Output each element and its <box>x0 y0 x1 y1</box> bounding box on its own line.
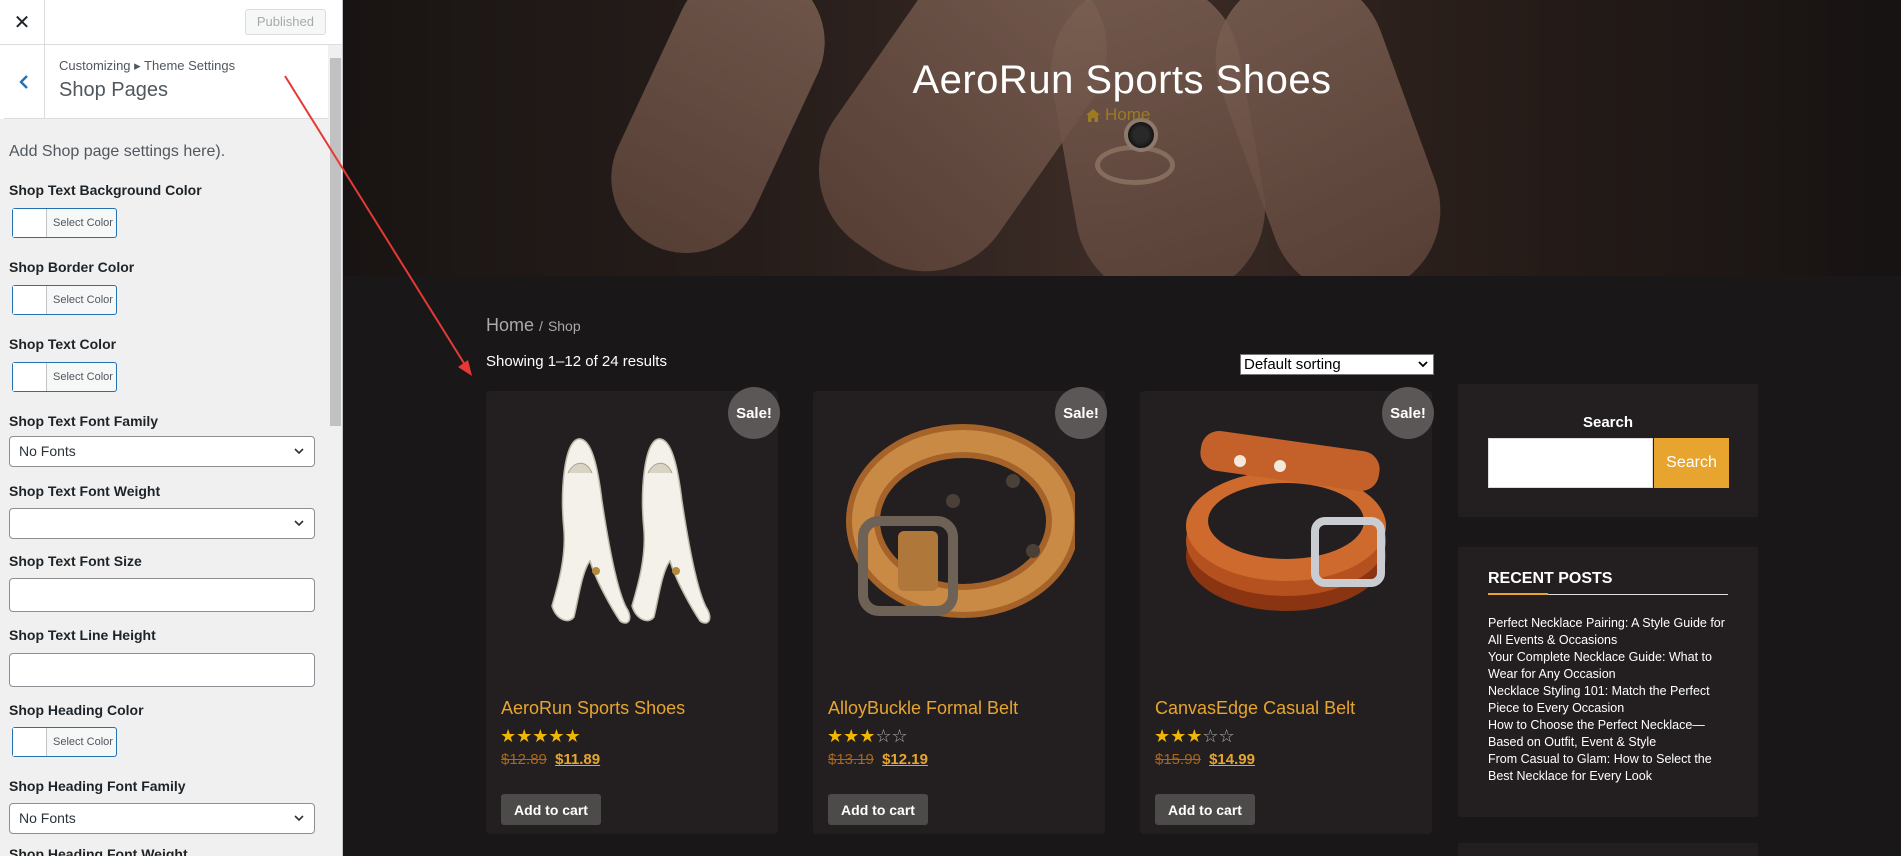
hero-home-link[interactable]: Home <box>1085 105 1150 125</box>
color-swatch <box>13 363 47 391</box>
chevron-down-icon <box>1418 355 1428 381</box>
field-label-text-font-weight: Shop Text Font Weight <box>9 483 161 499</box>
recent-posts-list: Perfect Necklace Pairing: A Style Guide … <box>1488 615 1728 785</box>
field-label-heading-font-family: Shop Heading Font Family <box>9 778 186 794</box>
select-color-label: Select Color <box>53 371 113 383</box>
old-price: $15.99 <box>1155 751 1201 768</box>
text-color-picker[interactable]: Select Color <box>12 362 117 392</box>
product-title[interactable]: AeroRun Sports Shoes <box>501 698 685 719</box>
recent-post-link[interactable]: Your Complete Necklace Guide: What to We… <box>1488 649 1728 683</box>
add-to-cart-button[interactable]: Add to cart <box>1155 794 1255 825</box>
select-color-label: Select Color <box>53 217 113 229</box>
close-icon[interactable]: ✕ <box>0 0 45 45</box>
field-label-text-bg-color: Shop Text Background Color <box>9 182 202 198</box>
section-description: Add Shop page settings here). <box>9 143 226 160</box>
recent-post-link[interactable]: How to Choose the Perfect Necklace—Based… <box>1488 717 1728 751</box>
sorting-select[interactable]: Default sorting <box>1240 354 1434 375</box>
field-label-text-line-height: Shop Text Line Height <box>9 627 156 643</box>
white-heels-image[interactable] <box>516 421 748 631</box>
select-color-label: Select Color <box>53 294 113 306</box>
star-rating: ★★★★★ <box>500 726 581 746</box>
published-button[interactable]: Published <box>244 9 326 35</box>
add-to-cart-button[interactable]: Add to cart <box>501 794 601 825</box>
section-title: Shop Pages <box>59 79 168 101</box>
site-preview: AeroRun Sports Shoes Home Home / Shop Sh… <box>343 0 1901 856</box>
next-widget <box>1458 843 1758 856</box>
text-bg-color-picker[interactable]: Select Color <box>12 208 117 238</box>
field-label-border-color: Shop Border Color <box>9 259 135 275</box>
color-swatch <box>13 728 47 756</box>
chevron-down-icon <box>293 804 305 843</box>
new-price: $14.99 <box>1209 751 1255 768</box>
breadcrumb-home-link[interactable]: Home <box>486 315 534 335</box>
field-label-text-color: Shop Text Color <box>9 336 117 352</box>
recent-posts-widget: RECENT POSTS Perfect Necklace Pairing: A… <box>1458 547 1758 817</box>
recent-post-link[interactable]: From Casual to Glam: How to Select the B… <box>1488 751 1728 785</box>
hero-home-label: Home <box>1105 105 1151 124</box>
search-widget-title: Search <box>1582 414 1634 431</box>
field-label-text-font-family: Shop Text Font Family <box>9 413 159 429</box>
product-price: $13.19 $12.19 <box>828 751 928 768</box>
home-icon <box>1085 108 1101 123</box>
chevron-down-icon <box>293 437 305 476</box>
star-rating: ★★★☆☆ <box>827 726 908 746</box>
hero-banner: AeroRun Sports Shoes Home <box>343 0 1901 276</box>
search-input[interactable] <box>1488 438 1653 488</box>
border-color-picker[interactable]: Select Color <box>12 285 117 315</box>
back-chevron-icon[interactable] <box>0 45 45 119</box>
color-swatch <box>13 209 47 237</box>
customizer-breadcrumb: Customizing ▸ Theme Settings <box>59 58 236 73</box>
old-price: $12.89 <box>501 751 547 768</box>
old-price: $13.19 <box>828 751 874 768</box>
customizer-sidebar: ✕ Published Customizing ▸ Theme Settings… <box>0 0 343 856</box>
new-price: $12.19 <box>882 751 928 768</box>
select-value: No Fonts <box>19 810 76 826</box>
search-widget: Search Search <box>1458 384 1758 517</box>
section-header: Customizing ▸ Theme Settings Shop Pages <box>0 45 328 119</box>
text-line-height-input[interactable] <box>9 653 315 687</box>
breadcrumb-current: Shop <box>547 318 581 334</box>
star-rating: ★★★☆☆ <box>1154 726 1235 746</box>
sorting-value: Default sorting <box>1244 356 1341 373</box>
product-title[interactable]: CanvasEdge Casual Belt <box>1155 698 1355 719</box>
hero-overlay <box>343 0 1901 276</box>
field-label-heading-font-weight: Shop Heading Font Weight <box>9 846 188 856</box>
breadcrumb-separator: / <box>539 318 543 334</box>
breadcrumb: Home / Shop <box>486 315 581 336</box>
recent-post-link[interactable]: Perfect Necklace Pairing: A Style Guide … <box>1488 615 1728 649</box>
select-value: No Fonts <box>19 443 76 459</box>
recent-post-link[interactable]: Necklace Styling 101: Match the Perfect … <box>1488 683 1728 717</box>
color-swatch <box>13 286 47 314</box>
heading-color-picker[interactable]: Select Color <box>12 727 117 757</box>
text-font-family-select[interactable]: No Fonts <box>9 436 315 467</box>
product-card[interactable]: Sale! AlloyBuckle Formal Belt ★★★☆☆ $13.… <box>813 387 1107 834</box>
product-card[interactable]: Sale! AeroRun Sports Shoes ★★★★★ $12.89 … <box>486 387 780 834</box>
chevron-down-icon <box>293 509 305 548</box>
select-color-label: Select Color <box>53 736 113 748</box>
customizer-window: ✕ Published Customizing ▸ Theme Settings… <box>0 0 1901 856</box>
text-font-size-input[interactable] <box>9 578 315 612</box>
heading-font-family-select[interactable]: No Fonts <box>9 803 315 834</box>
result-count: Showing 1–12 of 24 results <box>486 353 667 370</box>
divider-accent <box>1488 593 1548 595</box>
text-font-weight-select[interactable] <box>9 508 315 539</box>
add-to-cart-button[interactable]: Add to cart <box>828 794 928 825</box>
new-price: $11.89 <box>555 751 601 768</box>
product-price: $12.89 $11.89 <box>501 751 600 768</box>
search-button[interactable]: Search <box>1654 438 1729 488</box>
product-price: $15.99 $14.99 <box>1155 751 1255 768</box>
product-card[interactable]: Sale! CanvasEdge Casual Belt ★★★☆☆ $15.9… <box>1140 387 1434 834</box>
field-label-heading-color: Shop Heading Color <box>9 702 144 718</box>
field-label-text-font-size: Shop Text Font Size <box>9 553 142 569</box>
hero-title: AeroRun Sports Shoes <box>912 58 1332 102</box>
brown-belt-image[interactable] <box>843 421 1075 631</box>
sidebar-scrollbar-thumb[interactable] <box>330 58 341 426</box>
orange-belt-image[interactable] <box>1170 421 1402 631</box>
customizer-topbar: ✕ Published <box>0 0 342 45</box>
product-title[interactable]: AlloyBuckle Formal Belt <box>828 698 1018 719</box>
recent-posts-title: RECENT POSTS <box>1488 570 1613 587</box>
